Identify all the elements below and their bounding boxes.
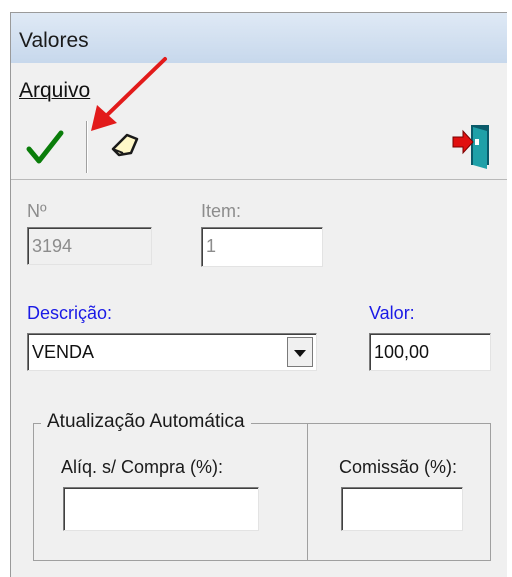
exit-door-icon (452, 125, 489, 169)
valores-window: Valores Arquivo Nº 3194 Item: 1 Descriçã… (10, 12, 507, 577)
chevron-down-icon (294, 350, 306, 357)
numero-value: 3194 (32, 236, 73, 256)
aliquota-field[interactable] (63, 487, 259, 531)
menu-item-arquivo[interactable]: Arquivo (19, 79, 90, 103)
comissao-field[interactable] (341, 487, 463, 531)
window-title: Valores (19, 29, 89, 52)
item-field[interactable]: 1 (201, 227, 323, 267)
confirm-button[interactable] (25, 125, 65, 169)
valor-label: Valor: (369, 303, 415, 323)
exit-button[interactable] (451, 121, 495, 171)
item-label: Item: (201, 201, 242, 221)
annotation-arrow (91, 57, 167, 131)
dropdown-button[interactable] (287, 337, 313, 367)
valor-field[interactable]: 100,00 (369, 333, 491, 371)
group-divider (307, 423, 308, 561)
valor-value: 100,00 (374, 342, 430, 362)
item-value: 1 (206, 236, 217, 256)
descricao-combobox[interactable]: VENDA (27, 333, 317, 371)
numero-label: Nº (27, 201, 47, 221)
descricao-value: VENDA (32, 342, 95, 362)
aliquota-label: Alíq. s/ Compra (%): (61, 457, 224, 477)
checkmark-icon (26, 130, 64, 164)
menu-item-arquivo-label: Arquivo (19, 79, 91, 102)
numero-field: 3194 (27, 227, 152, 265)
descricao-label: Descrição: (27, 303, 113, 323)
comissao-label: Comissão (%): (339, 457, 458, 477)
atualizacao-title: Atualização Automática (41, 411, 251, 433)
